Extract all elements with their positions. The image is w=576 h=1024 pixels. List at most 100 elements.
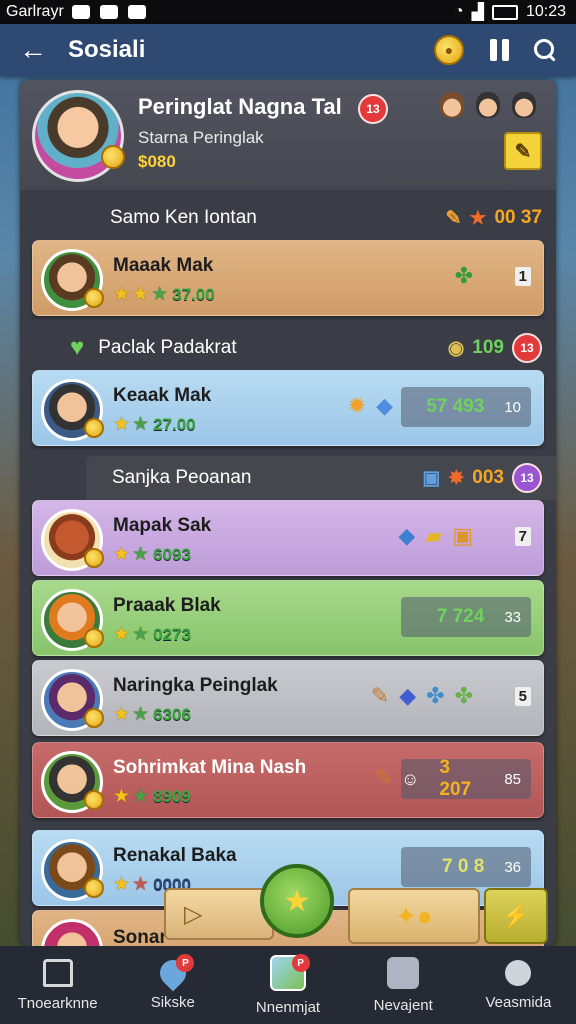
player-name: Sonar [113, 927, 167, 946]
star-score: 0273 [153, 624, 191, 644]
torch-icon[interactable]: ✎ [375, 765, 393, 791]
player-name: Maaak Mak [113, 255, 214, 276]
star-score: 6306 [153, 704, 191, 724]
coin-icon [84, 288, 104, 308]
nav-label: Nevajent [373, 996, 433, 1014]
gear-icon[interactable]: ✹ [348, 393, 366, 419]
status-bar: Garlrayr ◔ ▟ 10:23 [0, 0, 576, 24]
nav-item-calendar[interactable]: Nevajent [346, 946, 461, 1024]
star-icon: ★ [132, 544, 150, 565]
puzzle-icon[interactable]: ✤ [426, 683, 444, 709]
rank-badge: 33 [504, 608, 521, 626]
coin-icon [84, 548, 104, 568]
coin-button[interactable]: ● [434, 35, 464, 65]
avatar [41, 379, 104, 441]
notification-icon [71, 5, 90, 19]
score-box: 7 724 33 [401, 597, 531, 637]
play-icon: ▷ [184, 900, 203, 928]
play-button[interactable]: ▷ [164, 888, 274, 940]
gem-icon[interactable]: ◆ [399, 683, 416, 709]
section-label: Paclak Padakrat [98, 337, 237, 358]
pause-button[interactable] [488, 39, 510, 61]
notification-icons [71, 5, 146, 19]
edit-button[interactable]: ✎ [504, 132, 542, 170]
section-value: 003 [472, 467, 504, 488]
friend-head-icon[interactable] [512, 92, 536, 118]
nav-label: Tnoearknne [17, 994, 98, 1012]
star-icon: ★ [113, 414, 131, 435]
box-icon[interactable]: ▣ [452, 523, 473, 549]
star-icon: ★ [113, 284, 131, 305]
gem-icon[interactable]: ◆ [398, 523, 415, 549]
ticket-icon[interactable]: ▰ [425, 523, 442, 549]
notification-icon [127, 5, 146, 19]
notification-icon [99, 5, 118, 19]
nav-item-map[interactable]: P Nnenmjat [230, 946, 345, 1024]
section-header: ♥ Paclak Padakrat ◉ 109 13 [20, 326, 556, 370]
nav-label: Nnenmjat [255, 998, 321, 1016]
leaderboard-row[interactable]: Mapak Sak ★ ★ 6093 ◆ ▰ ▣ 7 [32, 500, 544, 576]
score-box: 57 493 10 [401, 387, 531, 427]
star-rating: ★ ★ 8909 [113, 785, 191, 808]
leaderboard-row[interactable]: Maaak Mak ★ ★ ★ 37.00 ✤ 1 [32, 240, 544, 316]
item-icons: ✎ [375, 765, 393, 791]
tool-icon[interactable] [476, 92, 500, 118]
star-icon: ★ [132, 414, 150, 435]
profile-avatar[interactable] [32, 90, 125, 182]
profile-header: Peringlat Nagna Tal 13 Starna Peringlak … [20, 80, 556, 190]
nav-item-home[interactable]: Tnoearknne [0, 946, 115, 1024]
clover-icon[interactable]: ✤ [455, 263, 473, 289]
score-value: 57 493 [426, 396, 485, 417]
player-name: Praaak Blak [113, 595, 221, 616]
carrier-label: Garlrayr [6, 3, 64, 20]
star-icon: ★ [469, 207, 487, 229]
star-icon: ★ [113, 786, 131, 807]
boost-button[interactable]: ⚡ [484, 888, 548, 944]
home-icon [42, 958, 73, 987]
star-rating: ★ ★ 6306 [113, 703, 191, 726]
rank-badge: 1 [514, 267, 531, 286]
avatar [41, 669, 104, 731]
player-name: Renakal Baka [113, 845, 237, 866]
player-name: Sohrimkat Mina Nash [113, 757, 307, 778]
section-header: Sanjka Peoanan ▣ ✸ 003 13 [86, 456, 556, 500]
coin-icon [101, 145, 125, 169]
star-icon: ★ [132, 786, 150, 807]
signal-icon: ▟ [471, 4, 484, 21]
favorite-button[interactable]: ★ [260, 864, 334, 938]
back-button[interactable]: ← [18, 34, 48, 65]
page-title: Sosiali [68, 36, 146, 63]
nav-item-profile[interactable]: Veasmida [461, 946, 576, 1024]
item-icons: ✎ ◆ ✤ ✤ [371, 683, 473, 709]
section-label: Samo Ken Iontan [110, 207, 257, 228]
leaderboard-row[interactable]: Sohrimkat Mina Nash ★ ★ 8909 ✎ ☺ 3 207 85 [32, 742, 544, 818]
nav-item-places[interactable]: P Sikske [115, 946, 230, 1024]
search-button[interactable] [534, 39, 556, 61]
gem-icon[interactable]: ◆ [376, 393, 393, 419]
lightning-icon: ⚡ [502, 903, 530, 928]
player-name: Mapak Sak [113, 515, 212, 536]
coin-icon: ● [444, 42, 454, 58]
profile-score: $080 [138, 152, 176, 171]
nav-badge: P [291, 954, 310, 972]
star-icon: ★ [132, 624, 150, 645]
profile-subtitle: Starna Peringlak [138, 128, 264, 147]
torch-icon[interactable]: ✎ [371, 683, 389, 709]
profile-title: Peringlat Nagna Tal [138, 94, 342, 119]
star-rating: ★ ★ 6093 [113, 543, 191, 566]
star-icon: ★ [132, 874, 150, 895]
friend-head-icon[interactable] [440, 92, 464, 118]
wifi-icon: ◔ [453, 3, 464, 20]
leaderboard-row[interactable]: Praaak Blak ★ ★ 0273 7 724 33 [32, 580, 544, 656]
star-score: 6093 [153, 544, 191, 564]
heart-icon: ♥ [70, 334, 85, 361]
leaderboard-row[interactable]: Naringka Peinglak ★ ★ 6306 ✎ ◆ ✤ ✤ 5 [32, 660, 544, 736]
rewards-button[interactable]: ✦● [348, 888, 480, 944]
nav-badge: P [176, 954, 195, 972]
battery-icon [491, 4, 518, 20]
coin-icon [84, 790, 104, 810]
leaderboard-row[interactable]: Keaak Mak ★ ★ 27.00 ✹ ◆ 57 493 10 [32, 370, 544, 446]
mini-avatar-icon: ☺ [401, 768, 420, 789]
avatar [41, 249, 104, 311]
clover-icon[interactable]: ✤ [455, 683, 473, 709]
